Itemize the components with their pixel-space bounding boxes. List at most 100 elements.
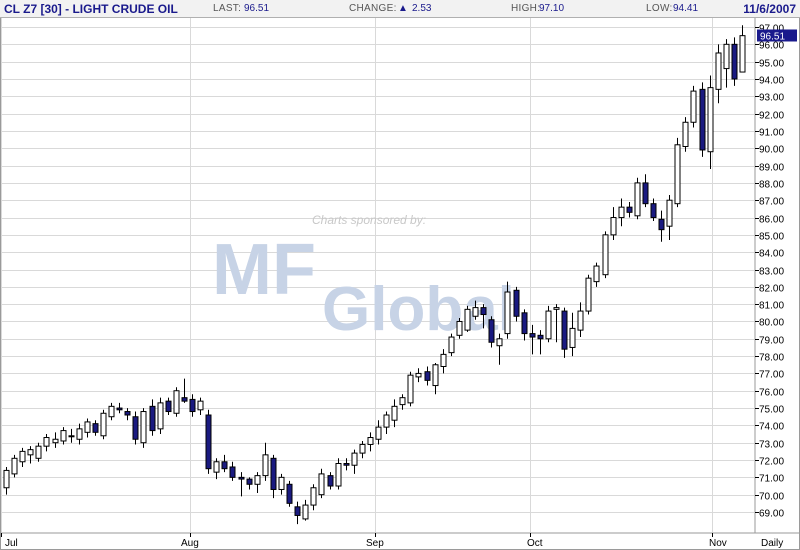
- candle-body: [60, 430, 67, 442]
- x-tick-label: Sep: [366, 538, 384, 549]
- candle: [674, 137, 681, 208]
- y-tick-label: 84.00: [759, 249, 784, 260]
- sponsor-text: Charts sponsored by:: [312, 213, 426, 227]
- y-tick-label: 91.00: [759, 128, 784, 139]
- candle-body: [634, 182, 641, 217]
- candle: [432, 363, 439, 395]
- candle-body: [658, 218, 665, 231]
- candle: [60, 427, 67, 445]
- candle: [76, 423, 83, 445]
- candle: [108, 402, 115, 421]
- y-tick-label: 85.00: [759, 232, 784, 243]
- candle-body: [739, 35, 746, 73]
- candle-body: [35, 445, 42, 459]
- candle: [634, 177, 641, 220]
- y-tick-label: 69.00: [759, 509, 784, 520]
- candle-body: [157, 402, 164, 430]
- candle: [666, 195, 673, 241]
- y-tick-label: 92.00: [759, 111, 784, 122]
- candle-body: [504, 291, 511, 335]
- candle: [650, 198, 657, 221]
- candle-body: [318, 473, 325, 496]
- candle-body: [569, 327, 576, 348]
- candle: [238, 472, 245, 497]
- candle: [569, 312, 576, 357]
- y-tick-label: 90.00: [759, 145, 784, 156]
- x-tick-label: Jul: [5, 538, 18, 549]
- candle-body: [715, 52, 722, 90]
- candle: [399, 394, 406, 410]
- candle-body: [327, 475, 334, 487]
- candle-body: [626, 206, 633, 213]
- candle: [286, 480, 293, 507]
- y-tick-label: 95.00: [759, 59, 784, 70]
- candle: [165, 397, 172, 415]
- candle: [246, 477, 253, 490]
- candle-body: [205, 414, 212, 470]
- candle: [262, 442, 269, 481]
- candle-body: [165, 400, 172, 413]
- candle: [318, 468, 325, 499]
- candle-body: [181, 397, 188, 402]
- candle: [593, 262, 600, 287]
- candle-body: [561, 310, 568, 350]
- candle-body: [189, 398, 196, 413]
- candle-body: [310, 487, 317, 506]
- candle: [19, 447, 26, 467]
- y-tick-label: 70.00: [759, 492, 784, 503]
- candle: [35, 442, 42, 462]
- candle: [367, 432, 374, 452]
- candle-body: [278, 476, 285, 490]
- candle-body: [521, 312, 528, 335]
- candle: [124, 408, 131, 421]
- candle-body: [585, 277, 592, 312]
- candle: [157, 397, 164, 435]
- candle: [92, 420, 99, 436]
- candle-body: [399, 397, 406, 406]
- candle: [52, 432, 59, 448]
- y-tick-label: 80.00: [759, 318, 784, 329]
- candle: [116, 402, 123, 414]
- candle-body: [294, 506, 301, 516]
- candle-body: [335, 463, 342, 487]
- candle: [610, 207, 617, 241]
- candle-body: [545, 310, 552, 340]
- candle-body: [246, 478, 253, 485]
- candle: [197, 397, 204, 415]
- candle: [383, 411, 390, 435]
- candle: [278, 473, 285, 495]
- x-axis: Jul Aug Sep Oct Nov: [1, 533, 727, 549]
- y-tick-label: 73.00: [759, 440, 784, 451]
- candle-body: [197, 400, 204, 411]
- candle-body: [351, 452, 358, 466]
- candle-body: [682, 121, 689, 148]
- candle: [11, 454, 18, 478]
- last-price-tag-text: 96.51: [760, 31, 785, 42]
- candle-body: [149, 405, 156, 432]
- candle-body: [262, 454, 269, 477]
- candle-body: [173, 390, 180, 414]
- candle-body: [464, 308, 471, 331]
- candle-body: [238, 476, 245, 480]
- candle-body: [529, 333, 536, 338]
- candle-body: [140, 411, 147, 444]
- candle-body: [602, 234, 609, 276]
- x-tick-label: Nov: [709, 538, 727, 549]
- candle: [181, 378, 188, 403]
- candle-body: [116, 407, 123, 411]
- candle: [310, 484, 317, 511]
- candle-body: [553, 307, 560, 310]
- candle: [302, 499, 309, 521]
- candle: [415, 368, 422, 383]
- candle: [270, 454, 277, 499]
- candle-body: [440, 353, 447, 367]
- candle-body: [254, 475, 261, 485]
- candle-body: [343, 463, 350, 466]
- candle-body: [359, 443, 366, 454]
- candle-body: [124, 411, 131, 416]
- y-tick-label: 78.00: [759, 353, 784, 364]
- candle-body: [642, 182, 649, 205]
- candle-body: [480, 307, 487, 316]
- candle-body: [618, 206, 625, 219]
- candle-body: [367, 437, 374, 445]
